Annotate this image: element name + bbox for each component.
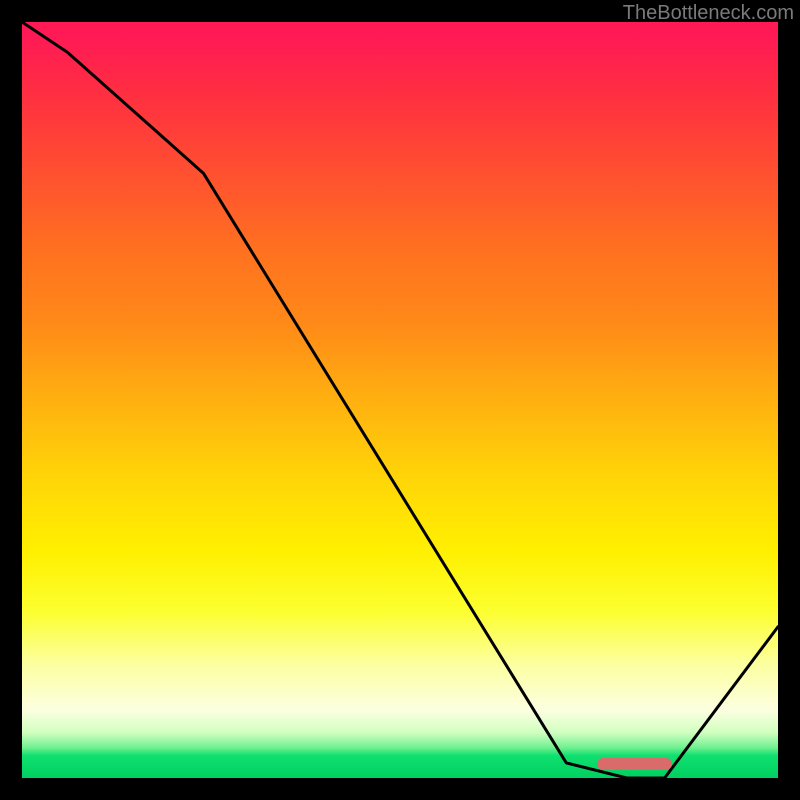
bottleneck-curve [22,22,778,778]
plot-area [22,22,778,778]
watermark-text: TheBottleneck.com [623,2,794,25]
bottleneck-chart: TheBottleneck.com [0,0,800,800]
optimal-range-marker [597,758,673,770]
